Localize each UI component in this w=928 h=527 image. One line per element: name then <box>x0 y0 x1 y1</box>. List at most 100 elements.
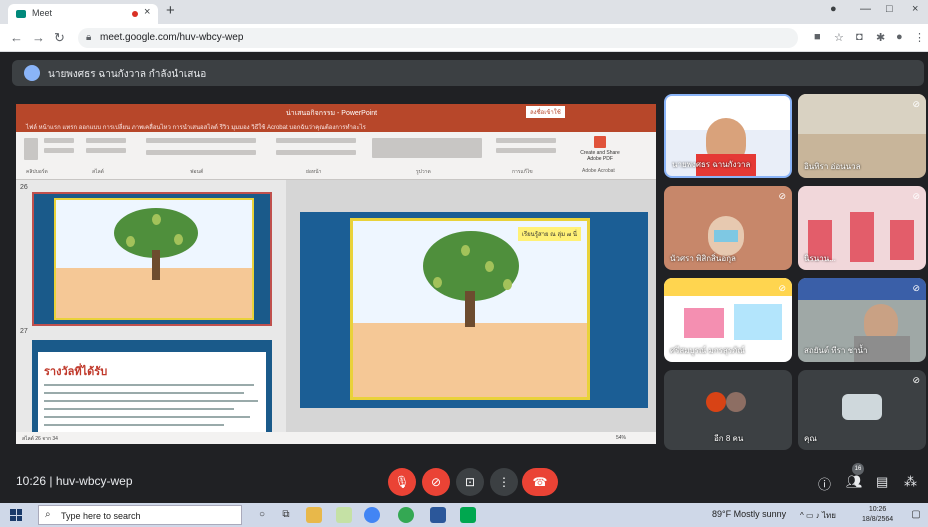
slide-thumbnail-27: รางวัลที่ได้รับ <box>32 340 272 432</box>
chrome-menu-icon[interactable]: ⋮ <box>914 31 925 44</box>
slide-27-heading: รางวัลที่ได้รับ <box>44 366 108 378</box>
windows-start-icon[interactable] <box>10 509 22 521</box>
maximize-button[interactable]: □ <box>886 3 893 15</box>
close-window-button[interactable]: × <box>912 3 918 15</box>
mic-off-icon: ⊘ <box>778 191 786 201</box>
chrome-profile-icon[interactable] <box>398 507 414 523</box>
group-label: การแก้ไข <box>512 169 533 175</box>
meeting-time: 10:26 | huv-wbcy-wep <box>16 474 133 488</box>
url-text: meet.google.com/huv-wbcy-wep <box>100 32 244 43</box>
slide-thumbnail-pane: 26 27 รางวัลที่ได้รับ <box>16 180 286 432</box>
chrome-icon[interactable] <box>364 507 380 523</box>
ribbon-tool <box>44 138 74 143</box>
others-count-label: อีก 8 คน <box>714 434 744 443</box>
group-label: รูปวาด <box>416 169 431 175</box>
participant-tile-overflow[interactable]: อีก 8 คน <box>664 370 792 450</box>
mic-off-icon: ⊘ <box>912 99 920 109</box>
durian-fruit <box>126 236 135 247</box>
participant-tile[interactable]: นิรนาน... ⊘ <box>798 186 926 270</box>
word-icon[interactable] <box>430 507 446 523</box>
minimize-button[interactable]: — <box>860 3 871 15</box>
present-button[interactable]: ⊡ <box>456 468 484 496</box>
group-label: สไลด์ <box>92 169 104 175</box>
create-pdf-label: Create and Share Adobe PDF <box>580 150 620 162</box>
ribbon-tool <box>86 148 126 153</box>
slide-count-status: สไลด์ 26 จาก 34 <box>22 436 58 442</box>
group-label: คลิปบอร์ด <box>26 169 48 175</box>
participant-tile[interactable]: นายพงศธร ฉานกังวาล <box>664 94 792 178</box>
notification-icon[interactable]: ▢ <box>908 507 924 523</box>
forward-arrow-icon[interactable]: → <box>32 30 45 45</box>
activities-icon[interactable]: ⁂ <box>904 474 917 490</box>
ppt-ribbon: Create and Share Adobe PDF คลิปบอร์ด สไล… <box>16 132 656 180</box>
editing-tools <box>496 138 556 143</box>
people-icon[interactable]: 👥︎ <box>846 474 863 490</box>
profile-avatar-icon[interactable]: ● <box>896 31 903 43</box>
search-icon: ⌕ <box>45 509 51 520</box>
chat-icon[interactable]: ▤ <box>876 474 888 490</box>
durian-fruit <box>461 245 470 256</box>
lock-icon[interactable]: 🔒︎ <box>86 32 91 43</box>
taskbar-search-input[interactable]: ⌕ Type here to search <box>38 505 242 525</box>
participant-tile-self[interactable]: คุณ ⊘ <box>798 370 926 450</box>
participant-count-badge: 16 <box>852 463 864 475</box>
durian-fruit <box>433 277 442 288</box>
mic-off-icon: ⊘ <box>912 283 920 293</box>
system-tray[interactable]: ^ ▭ ♪ ไทย <box>800 509 836 522</box>
browser-tab-bar: Meet × + ● — □ × <box>0 0 928 24</box>
camera-icon[interactable]: ■ <box>814 31 821 43</box>
meeting-details-icon[interactable]: ⓘ <box>818 474 831 493</box>
browser-tab-meet[interactable]: Meet × <box>8 4 158 24</box>
participant-tile[interactable]: อินทิรา อ่อนนวล ⊘ <box>798 94 926 178</box>
extension-icon[interactable]: ◘ <box>856 31 863 43</box>
file-explorer-icon[interactable] <box>306 507 322 523</box>
task-view-icon[interactable]: ⧉ <box>278 507 294 523</box>
font-name-box <box>146 138 256 143</box>
url-field[interactable]: 🔒︎ meet.google.com/huv-wbcy-wep <box>78 28 798 48</box>
paragraph-tools <box>276 150 356 155</box>
slide-thumbnail-26 <box>32 192 272 326</box>
slide-number: 26 <box>20 184 28 191</box>
ribbon-tool <box>44 148 74 153</box>
ppt-status-bar: สไลด์ 26 จาก 34 54% <box>16 432 656 444</box>
tree-illustration: เรียนรู้สาย ณ ลุ่ม ๗ นี่ <box>350 218 590 400</box>
more-options-button[interactable]: ⋮ <box>490 468 518 496</box>
mic-off-icon: ⊘ <box>778 283 786 293</box>
adobe-pdf-icon <box>594 136 606 148</box>
tree-trunk <box>465 291 475 327</box>
tab-title: Meet <box>32 8 53 18</box>
slide-badge: เรียนรู้สาย ณ ลุ่ม ๗ นี่ <box>517 227 581 241</box>
tree-trunk <box>152 250 160 280</box>
font-format-tools <box>146 150 256 155</box>
participant-name: นิรนาน... <box>804 254 836 263</box>
avatar <box>706 392 726 412</box>
bookmark-star-icon[interactable]: ☆ <box>834 31 844 44</box>
ppt-tab-labels: ไฟล์ หน้าแรก แทรก ออกแบบ การเปลี่ยน ภาพเ… <box>26 125 366 131</box>
leave-call-button[interactable]: ☎︎ <box>522 468 558 496</box>
taskbar-clock[interactable]: 10:26 18/8/2564 <box>862 505 893 525</box>
presenter-avatar <box>24 65 40 81</box>
participant-tile[interactable]: สถยันต์ ทีรา ชาน้ำ ⊘ <box>798 278 926 362</box>
shapes-gallery <box>372 138 482 158</box>
tab-close-button[interactable]: × <box>144 6 150 18</box>
line-app-icon[interactable] <box>460 507 476 523</box>
durian-fruit <box>174 234 183 245</box>
reload-icon[interactable]: ↻ <box>54 30 65 46</box>
chrome-account-icon[interactable]: ● <box>830 3 837 15</box>
new-tab-button[interactable]: + <box>166 2 175 19</box>
app-icon[interactable] <box>336 507 352 523</box>
participant-tile[interactable]: ศรีสมบูรณ์ มกรสุรภัณ์ ⊘ <box>664 278 792 362</box>
puzzle-icon[interactable]: ✱ <box>876 31 885 44</box>
participant-tile[interactable]: นัวศรา พิสิกสิ่นอกุล ⊘ <box>664 186 792 270</box>
ppt-title-bar: น่าเสนอกิจกรรม - PowerPoint ลงชื่อเข้าใช… <box>16 104 656 120</box>
cortana-icon[interactable]: ○ <box>254 507 270 523</box>
back-arrow-icon[interactable]: ← <box>10 30 23 45</box>
mic-toggle-button[interactable]: 🎙︎ <box>388 468 416 496</box>
group-label: ย่อหน้า <box>306 169 322 175</box>
ppt-sign-in-button: ลงชื่อเข้าใช้ <box>526 106 565 118</box>
camera-toggle-button[interactable]: ⊘ <box>422 468 450 496</box>
zoom-level: 54% <box>616 435 627 441</box>
group-label: ฟอนต์ <box>190 169 204 175</box>
weather-widget[interactable]: 89°F Mostly sunny <box>712 509 786 519</box>
participant-name: นัวศรา พิสิกสิ่นอกุล <box>670 254 736 263</box>
